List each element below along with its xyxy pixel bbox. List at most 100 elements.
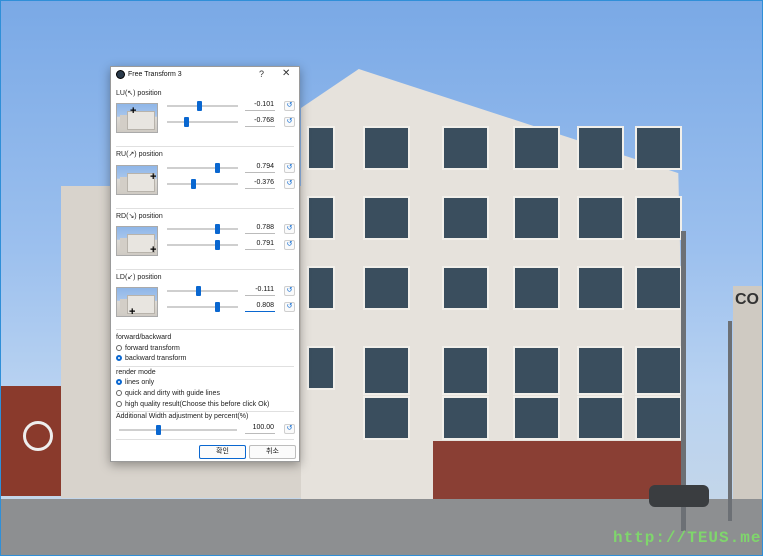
lu-preview-thumbnail: + [116, 103, 158, 133]
radio-indicator[interactable] [116, 401, 122, 407]
reset-icon[interactable]: ↺ [284, 286, 295, 296]
radio-label: high quality result(Choose this before c… [125, 401, 270, 408]
reset-icon[interactable]: ↺ [284, 240, 295, 250]
slider-knob[interactable] [215, 240, 220, 250]
building-window [442, 196, 489, 240]
building-window [442, 126, 489, 170]
reset-icon[interactable]: ↺ [284, 117, 295, 127]
divider [116, 208, 294, 209]
ok-button[interactable]: 확인 [199, 445, 246, 459]
building-window [442, 266, 489, 310]
forward-transform-radio[interactable]: forward transform [116, 345, 180, 352]
slider-knob[interactable] [156, 425, 161, 435]
app-icon [116, 70, 125, 79]
building-main [301, 69, 686, 503]
radio-indicator[interactable] [116, 355, 122, 361]
street-lamp-pole [728, 321, 732, 521]
cancel-button[interactable]: 취소 [249, 445, 296, 459]
divider [116, 411, 294, 412]
rd-position-label: RD(↘) position [116, 213, 163, 220]
ru-preview-thumbnail: + [116, 165, 158, 195]
ld-x-value[interactable]: -0.111 [245, 286, 275, 296]
ru-y-slider[interactable] [167, 179, 238, 189]
building-window [577, 196, 624, 240]
render-mode-label: render mode [116, 369, 156, 376]
building-window [307, 266, 335, 310]
lu-y-value[interactable]: -0.768 [245, 117, 275, 127]
width-adjust-label: Additional Width adjustment by percent(%… [116, 413, 249, 420]
radio-indicator[interactable] [116, 390, 122, 396]
reset-icon[interactable]: ↺ [284, 179, 295, 189]
building-window [635, 266, 682, 310]
lu-position-label: LU(↖) position [116, 90, 162, 97]
radio-indicator[interactable] [116, 345, 122, 351]
building-window [363, 196, 410, 240]
radio-label: lines only [125, 379, 155, 386]
building-window [635, 196, 682, 240]
building-window [577, 266, 624, 310]
rd-y-value[interactable]: 0.791 [245, 240, 275, 250]
width-adjust-value[interactable]: 100.00 [245, 424, 275, 434]
slider-knob[interactable] [196, 286, 201, 296]
building-window [363, 126, 410, 170]
ld-x-slider[interactable] [167, 286, 238, 296]
lines-only-radio[interactable]: lines only [116, 379, 154, 386]
divider [116, 366, 294, 367]
width-adjust-slider[interactable] [119, 425, 237, 435]
divider [116, 269, 294, 270]
radio-indicator[interactable] [116, 379, 122, 385]
lu-x-value[interactable]: -0.101 [245, 101, 275, 111]
radio-label: backward transform [125, 355, 187, 362]
slider-knob[interactable] [197, 101, 202, 111]
reset-icon[interactable]: ↺ [284, 101, 295, 111]
dialog-title: Free Transform 3 [128, 71, 182, 78]
slider-knob[interactable] [215, 224, 220, 234]
help-button[interactable]: ? [259, 69, 264, 79]
reset-icon[interactable]: ↺ [284, 424, 295, 434]
building-window [442, 346, 489, 395]
slider-knob[interactable] [215, 163, 220, 173]
direction-label: forward/backward [116, 334, 172, 341]
right-building-sign: CO [735, 291, 759, 308]
radio-label: forward transform [125, 345, 180, 352]
high-quality-radio[interactable]: high quality result(Choose this before c… [116, 401, 269, 408]
building-window [577, 396, 624, 440]
lu-marker: + [130, 105, 137, 117]
slider-knob[interactable] [184, 117, 189, 127]
reset-icon[interactable]: ↺ [284, 302, 295, 312]
right-building [733, 286, 762, 506]
divider [116, 146, 294, 147]
close-button[interactable]: ✕ [282, 68, 290, 79]
slider-knob[interactable] [215, 302, 220, 312]
rose-window [23, 421, 53, 451]
building-window [307, 126, 335, 170]
building-window [635, 126, 682, 170]
reset-icon[interactable]: ↺ [284, 163, 295, 173]
building-window [513, 126, 560, 170]
rd-y-slider[interactable] [167, 240, 238, 250]
backward-transform-radio[interactable]: backward transform [116, 355, 186, 362]
ld-position-label: LD(↙) position [116, 274, 162, 281]
storefront [433, 441, 683, 499]
parked-car [649, 485, 709, 507]
quick-dirty-radio[interactable]: quick and dirty with guide lines [116, 390, 220, 397]
ld-y-slider[interactable] [167, 302, 238, 312]
rd-x-slider[interactable] [167, 224, 238, 234]
ld-y-value[interactable]: 0.808 [245, 302, 275, 312]
building-window [442, 396, 489, 440]
rd-x-value[interactable]: 0.788 [245, 224, 275, 234]
ld-marker: + [129, 306, 136, 318]
reset-icon[interactable]: ↺ [284, 224, 295, 234]
ru-x-slider[interactable] [167, 163, 238, 173]
ru-marker: + [150, 171, 157, 183]
slider-knob[interactable] [191, 179, 196, 189]
building-window [307, 196, 335, 240]
rd-preview-thumbnail: + [116, 226, 158, 256]
ru-y-value[interactable]: -0.376 [245, 179, 275, 189]
ld-preview-thumbnail: + [116, 287, 158, 318]
title-bar[interactable]: Free Transform 3 ? ✕ [111, 67, 299, 83]
lu-y-slider[interactable] [167, 117, 238, 127]
free-transform-dialog: Free Transform 3 ? ✕ LU(↖) position + -0… [110, 66, 300, 462]
lu-x-slider[interactable] [167, 101, 238, 111]
ru-x-value[interactable]: 0.794 [245, 163, 275, 173]
